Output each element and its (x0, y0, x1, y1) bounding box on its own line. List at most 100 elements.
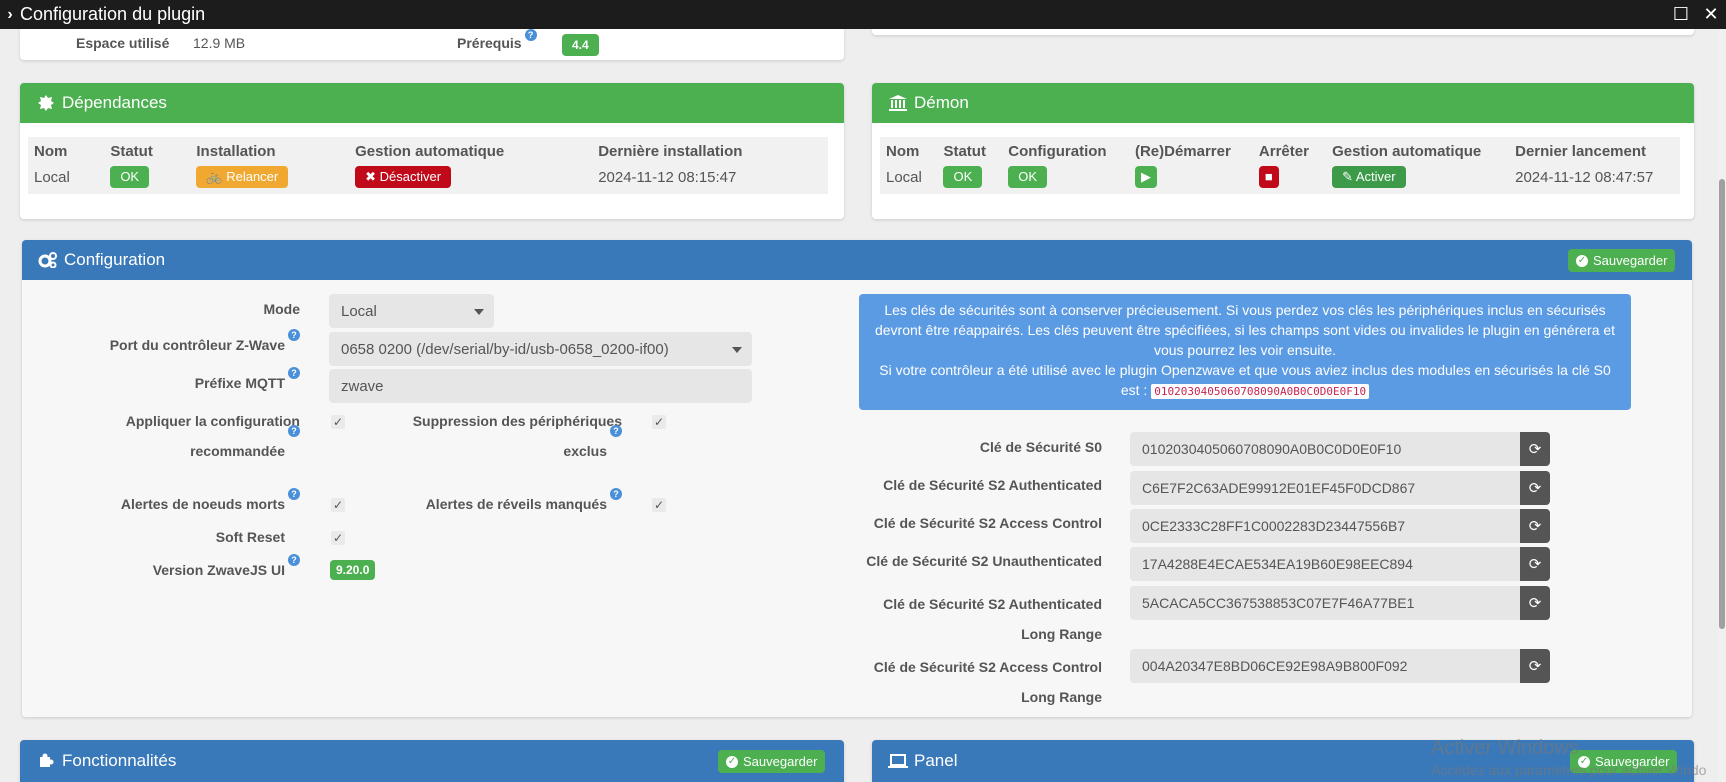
play-icon: ▶ (1140, 169, 1151, 184)
col-header: Installation (196, 143, 276, 160)
refresh-icon: ⟳ (1528, 441, 1542, 458)
daemon-header: Démon (872, 83, 1694, 123)
help-icon: ? (524, 29, 537, 41)
caret-down-icon (474, 309, 484, 315)
help-icon: ? (288, 329, 300, 341)
refresh-icon: ⟳ (1528, 480, 1542, 497)
help-icon: ? (610, 425, 622, 437)
port-label: Port du contrôleur Z-Wave? (60, 329, 300, 355)
restart-button[interactable]: ▶ (1134, 166, 1157, 188)
dead-nodes-checkbox[interactable]: ✓ (331, 498, 345, 512)
configuration-title: Configuration (64, 250, 166, 269)
space-label: Espace utilisé (76, 35, 170, 51)
plugin-info-panel: Espace utilisé 12.9 MB Prérequis? 4.4 (20, 29, 844, 60)
mode-select[interactable]: Local (329, 294, 494, 328)
features-panel: Fonctionnalités ✓ Sauvegarder (20, 740, 844, 782)
regenerate-key-button[interactable]: ⟳ (1520, 547, 1550, 581)
suppress-excluded-label: Suppression des périphériques exclus? (412, 413, 622, 459)
mqtt-label: Préfixe MQTT? (60, 367, 300, 393)
security-key-s2-access-lr-input[interactable]: 004A20347E8BD06CE92E98A9B800F092 (1130, 649, 1520, 683)
col-header: Statut (943, 143, 986, 160)
cogs-icon (38, 252, 58, 268)
security-info-box: Les clés de sécurités sont à conserver p… (859, 294, 1631, 410)
help-icon: ? (288, 554, 300, 566)
laptop-icon (888, 753, 908, 769)
last-install: 2024-11-12 08:15:47 (598, 168, 737, 186)
check-circle-icon: ✓ (726, 755, 738, 768)
security-key-s0-input[interactable]: 0102030405060708090A0B0C0D0E0F10 (1130, 432, 1520, 466)
regenerate-key-button[interactable]: ⟳ (1520, 649, 1550, 683)
apply-config-label: Appliquer la configuration recommandée? (125, 413, 300, 459)
mode-label: Mode (263, 301, 300, 317)
missed-wakeup-label: Alertes de réveils manqués? (380, 488, 622, 514)
col-header: Gestion automatique (355, 143, 505, 160)
key-label: Clé de Sécurité S2 Authenticated (883, 477, 1102, 493)
daemon-config-badge: OK (1008, 166, 1048, 188)
features-title: Fonctionnalités (62, 751, 177, 770)
soft-reset-checkbox[interactable]: ✓ (331, 531, 345, 545)
dep-name: Local (34, 168, 70, 186)
col-header: Nom (34, 143, 68, 160)
refresh-icon: ⟳ (1528, 518, 1542, 535)
apply-config-checkbox[interactable]: ✓ (331, 415, 345, 429)
col-header: (Re)Démarrer (1134, 143, 1231, 160)
key-label: Clé de Sécurité S2 Authenticated Long Ran… (883, 596, 1102, 642)
chevron-right-icon[interactable]: › (0, 6, 20, 24)
security-key-s2-access-input[interactable]: 0CE2333C28FF1C0002283D23447556B7 (1130, 509, 1520, 543)
dependencies-table: Nom Statut Installation Gestion automati… (28, 137, 828, 194)
close-icon[interactable]: ✕ (1696, 0, 1726, 29)
missed-wakeup-checkbox[interactable]: ✓ (652, 498, 666, 512)
regenerate-key-button[interactable]: ⟳ (1520, 509, 1550, 543)
stop-button[interactable]: ■ (1258, 166, 1279, 188)
help-icon: ? (610, 488, 622, 500)
key-label: Clé de Sécurité S0 (979, 439, 1102, 455)
refresh-icon: ⟳ (1528, 595, 1542, 612)
col-header: Dernier lancement (1515, 143, 1646, 160)
scrollbar-thumb[interactable] (1719, 179, 1725, 629)
daemon-panel: Démon Nom Statut Configuration (Re)Démar… (872, 83, 1694, 219)
maximize-icon[interactable]: ☐ (1666, 0, 1696, 29)
regenerate-key-button[interactable]: ⟳ (1520, 471, 1550, 505)
col-header: Gestion automatique (1332, 143, 1482, 160)
daemon-table: Nom Statut Configuration (Re)Démarrer Ar… (880, 137, 1680, 194)
help-icon: ? (288, 367, 300, 379)
daemon-title: Démon (914, 93, 969, 112)
prereq-label: Prérequis? (457, 29, 537, 51)
help-icon: ? (288, 425, 300, 437)
disable-auto-button[interactable]: ✖ Désactiver (355, 166, 452, 188)
top-right-panel (872, 29, 1694, 35)
regenerate-key-button[interactable]: ⟳ (1520, 586, 1550, 620)
key-label: Clé de Sécurité S2 Access Control Long Ra… (873, 659, 1102, 705)
mqtt-prefix-input[interactable]: zwave (329, 369, 752, 403)
caret-down-icon (732, 347, 742, 353)
vertical-scrollbar[interactable] (1718, 29, 1726, 782)
dead-nodes-label: Alertes de noeuds morts? (60, 488, 300, 514)
close-icon: ✖ (365, 169, 380, 184)
security-key-s2-auth-lr-input[interactable]: 5ACACA5CC367538853C07E7F46A77BE1 (1130, 586, 1520, 620)
security-key-s2-auth-input[interactable]: C6E7F2C63ADE99912E01EF45F0DCD867 (1130, 471, 1520, 505)
suppress-excluded-checkbox[interactable]: ✓ (652, 415, 666, 429)
zwavejs-version-label: Version ZwaveJS UI? (60, 554, 300, 580)
bicycle-icon: 🚲 (206, 169, 227, 184)
port-select[interactable]: 0658 0200 (/dev/serial/by-id/usb-0658_02… (329, 332, 752, 366)
regenerate-key-button[interactable]: ⟳ (1520, 432, 1550, 466)
info-text-1: Les clés de sécurités sont à conserver p… (874, 302, 1616, 358)
enable-auto-button[interactable]: ✎ Activer (1332, 166, 1406, 188)
windows-activation-watermark: Activer Windows (1431, 737, 1579, 759)
help-icon: ? (288, 488, 300, 500)
configuration-header: Configuration (22, 240, 1692, 280)
certificate-icon (36, 95, 56, 111)
zwavejs-version-badge: 9.20.0 (330, 560, 376, 580)
save-features-button[interactable]: ✓ Sauvegarder (718, 750, 826, 773)
col-header: Configuration (1008, 143, 1107, 160)
refresh-icon: ⟳ (1528, 556, 1542, 573)
save-configuration-button[interactable]: ✓ Sauvegarder (1568, 249, 1676, 272)
window-title: Configuration du plugin (20, 4, 206, 24)
security-key-s2-unauth-input[interactable]: 17A4288E4ECAE534EA19B60E98EEC894 (1130, 547, 1520, 581)
puzzle-icon (36, 753, 56, 769)
space-value: 12.9 MB (193, 35, 246, 51)
table-row: Local OK OK ▶ ■ ✎ Activer 2024-11-12 08:… (880, 164, 1680, 194)
dependencies-header: Dépendances (20, 83, 844, 123)
relaunch-button[interactable]: 🚲 Relancer (196, 166, 289, 188)
last-launch: 2024-11-12 08:47:57 (1515, 168, 1654, 186)
